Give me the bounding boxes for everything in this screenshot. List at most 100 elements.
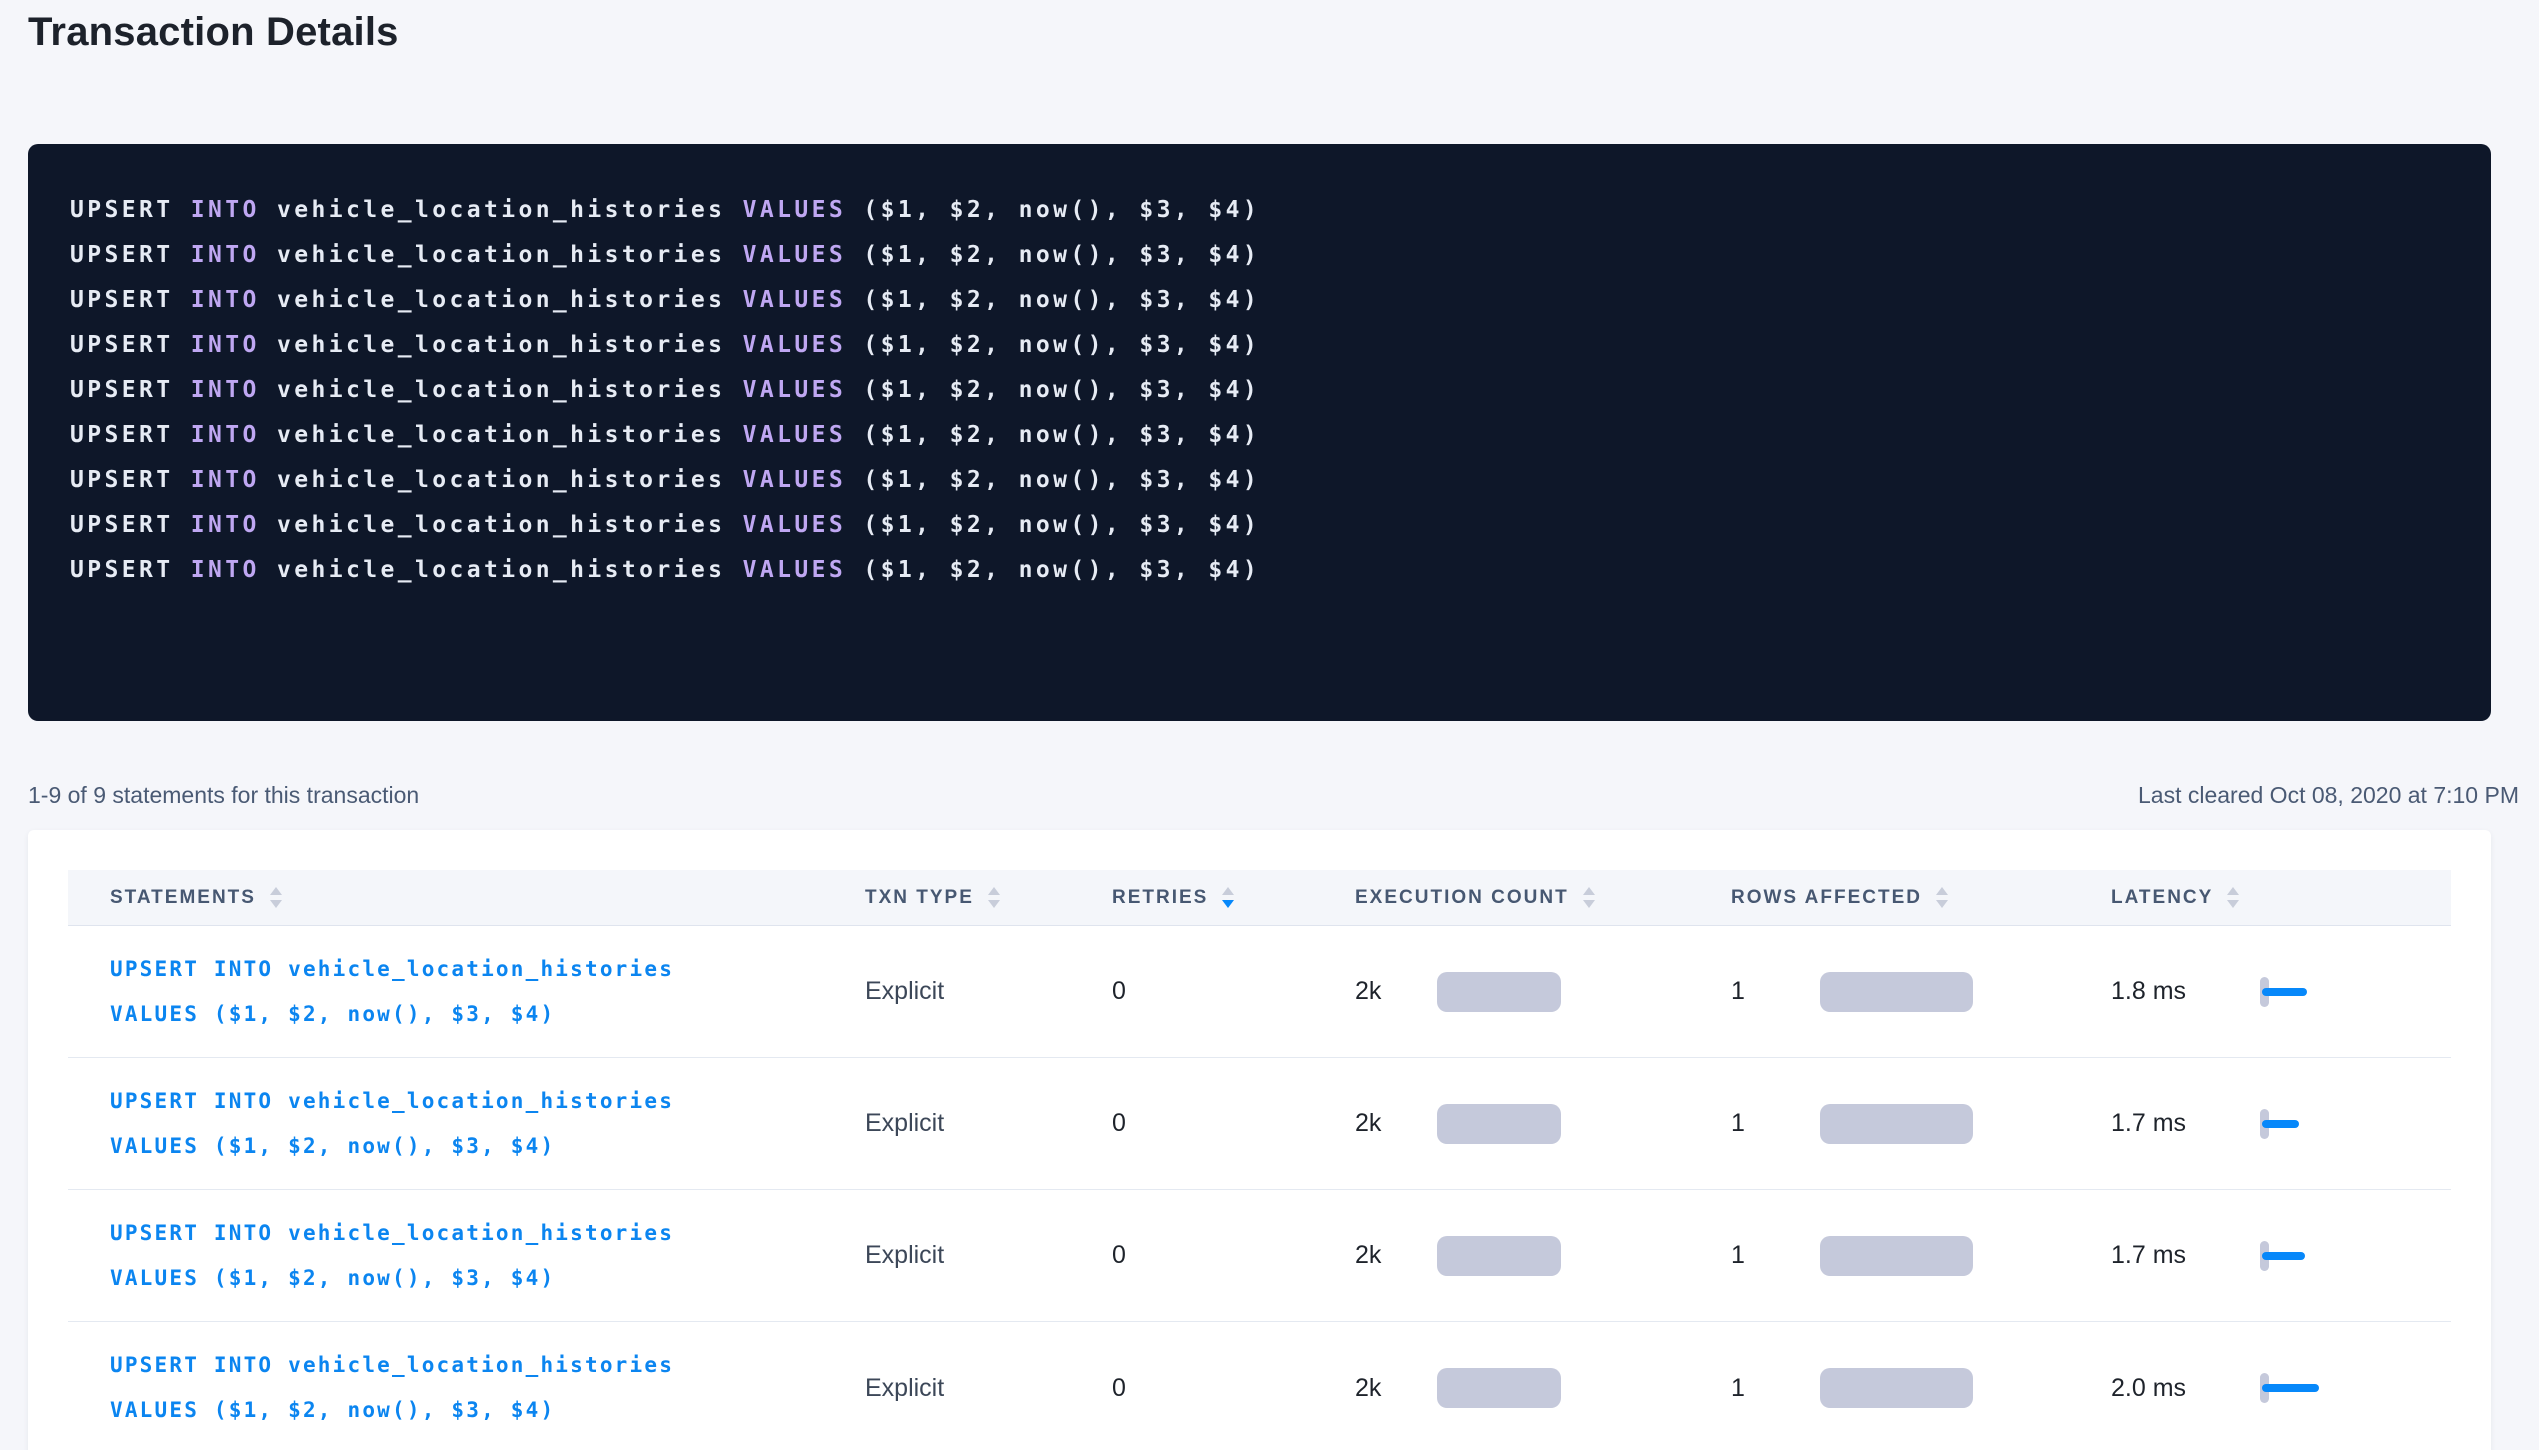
sort-asc-icon [2227, 887, 2239, 895]
statement-line-1: UPSERT INTO vehicle_location_histories [110, 1079, 674, 1124]
latency-bar-chart [2260, 1109, 2390, 1139]
statements-count-text: 1-9 of 9 statements for this transaction [28, 782, 419, 809]
column-header-rows-affected[interactable]: ROWS AFFECTED [1731, 887, 2111, 909]
rows-affected-cell: 1 [1731, 972, 2111, 1012]
retries-value: 0 [1112, 977, 1126, 1006]
last-cleared-text: Last cleared Oct 08, 2020 at 7:10 PM [2138, 782, 2519, 809]
code-line: UPSERT INTO vehicle_location_histories V… [70, 503, 2449, 548]
latency-cell: 1.8 ms [2111, 977, 2451, 1007]
statement-link[interactable]: UPSERT INTO vehicle_location_historiesVA… [110, 1211, 674, 1301]
code-line: UPSERT INTO vehicle_location_histories V… [70, 458, 2449, 503]
statement-line-1: UPSERT INTO vehicle_location_histories [110, 947, 674, 992]
sort-asc-icon [1583, 887, 1595, 895]
txn-type-cell: Explicit [865, 1109, 1112, 1138]
execution-count-bar [1437, 1368, 1561, 1408]
table-header-row: STATEMENTS TXN TYPERETRIESEXECUTION COUNT… [68, 870, 2451, 926]
sort-arrows-icon [2227, 887, 2239, 908]
latency-value: 1.8 ms [2111, 977, 2260, 1006]
execution-count-cell: 2k [1355, 1368, 1731, 1408]
column-header-txn-type[interactable]: TXN TYPE [865, 887, 1112, 909]
code-line: UPSERT INTO vehicle_location_histories V… [70, 188, 2449, 233]
rows-affected-value: 1 [1731, 1374, 1820, 1403]
latency-bar-chart [2260, 1373, 2390, 1403]
execution-count-value: 2k [1355, 1374, 1437, 1403]
sort-arrows-icon [1222, 887, 1234, 908]
sort-arrows-icon [1936, 887, 1948, 908]
sort-asc-icon [1222, 887, 1234, 895]
sort-asc-icon [1936, 887, 1948, 895]
code-line: UPSERT INTO vehicle_location_histories V… [70, 278, 2449, 323]
latency-bar [2262, 988, 2307, 996]
txn-type-cell: Explicit [865, 977, 1112, 1006]
statement-link[interactable]: UPSERT INTO vehicle_location_historiesVA… [110, 1079, 674, 1169]
statement-link[interactable]: UPSERT INTO vehicle_location_historiesVA… [110, 947, 674, 1037]
sort-asc-icon [988, 887, 1000, 895]
statement-line-1: UPSERT INTO vehicle_location_histories [110, 1343, 674, 1388]
table-row: UPSERT INTO vehicle_location_historiesVA… [68, 1322, 2451, 1450]
statement-cell: UPSERT INTO vehicle_location_historiesVA… [68, 947, 865, 1037]
retries-value: 0 [1112, 1241, 1126, 1270]
sort-desc-icon [1222, 900, 1234, 908]
sort-desc-icon [1583, 900, 1595, 908]
execution-count-value: 2k [1355, 1241, 1437, 1270]
code-line: UPSERT INTO vehicle_location_histories V… [70, 323, 2449, 368]
table-row: UPSERT INTO vehicle_location_historiesVA… [68, 926, 2451, 1058]
txn-type-value: Explicit [865, 1374, 944, 1403]
statement-line-1: UPSERT INTO vehicle_location_histories [110, 1211, 674, 1256]
execution-count-cell: 2k [1355, 972, 1731, 1012]
rows-affected-value: 1 [1731, 1241, 1820, 1270]
column-header-execution-count[interactable]: EXECUTION COUNT [1355, 887, 1731, 909]
statement-link[interactable]: UPSERT INTO vehicle_location_historiesVA… [110, 1343, 674, 1433]
statement-line-2: VALUES ($1, $2, now(), $3, $4) [110, 1388, 674, 1433]
statement-cell: UPSERT INTO vehicle_location_historiesVA… [68, 1211, 865, 1301]
column-header-label: STATEMENTS [110, 887, 256, 909]
statement-line-2: VALUES ($1, $2, now(), $3, $4) [110, 1124, 674, 1169]
latency-bar [2262, 1384, 2319, 1392]
rows-affected-bar [1820, 1104, 1973, 1144]
latency-bar [2262, 1252, 2305, 1260]
execution-count-cell: 2k [1355, 1104, 1731, 1144]
execution-count-bar [1437, 1236, 1561, 1276]
table-row: UPSERT INTO vehicle_location_historiesVA… [68, 1190, 2451, 1322]
execution-count-bar [1437, 1104, 1561, 1144]
column-header-retries[interactable]: RETRIES [1112, 887, 1355, 909]
code-line: UPSERT INTO vehicle_location_histories V… [70, 548, 2449, 593]
rows-affected-cell: 1 [1731, 1236, 2111, 1276]
txn-type-value: Explicit [865, 1241, 944, 1270]
sort-asc-icon [270, 887, 282, 895]
statement-cell: UPSERT INTO vehicle_location_historiesVA… [68, 1079, 865, 1169]
rows-affected-bar [1820, 972, 1973, 1012]
sort-desc-icon [988, 900, 1000, 908]
latency-value: 1.7 ms [2111, 1241, 2260, 1270]
execution-count-value: 2k [1355, 1109, 1437, 1138]
statement-line-2: VALUES ($1, $2, now(), $3, $4) [110, 1256, 674, 1301]
statement-cell: UPSERT INTO vehicle_location_historiesVA… [68, 1343, 865, 1433]
execution-count-value: 2k [1355, 977, 1437, 1006]
sort-arrows-icon [988, 887, 1000, 908]
retries-cell: 0 [1112, 1241, 1355, 1270]
txn-type-value: Explicit [865, 1109, 944, 1138]
rows-affected-bar [1820, 1236, 1973, 1276]
transaction-details-page: Transaction Details UPSERT INTO vehicle_… [0, 0, 2539, 1450]
latency-cell: 1.7 ms [2111, 1109, 2451, 1139]
rows-affected-value: 1 [1731, 1109, 1820, 1138]
txn-type-cell: Explicit [865, 1241, 1112, 1270]
rows-affected-cell: 1 [1731, 1368, 2111, 1408]
retries-value: 0 [1112, 1109, 1126, 1138]
column-header-latency[interactable]: LATENCY [2111, 887, 2451, 909]
sort-desc-icon [270, 900, 282, 908]
table-row: UPSERT INTO vehicle_location_historiesVA… [68, 1058, 2451, 1190]
statements-table-card: STATEMENTS TXN TYPERETRIESEXECUTION COUNT… [28, 830, 2491, 1450]
sql-code-block: UPSERT INTO vehicle_location_histories V… [28, 144, 2491, 721]
rows-affected-bar [1820, 1368, 1973, 1408]
table-body: UPSERT INTO vehicle_location_historiesVA… [68, 926, 2451, 1450]
column-header-label: ROWS AFFECTED [1731, 887, 1922, 909]
column-header-statements[interactable]: STATEMENTS [68, 887, 865, 909]
code-line: UPSERT INTO vehicle_location_histories V… [70, 368, 2449, 413]
rows-affected-cell: 1 [1731, 1104, 2111, 1144]
code-line: UPSERT INTO vehicle_location_histories V… [70, 413, 2449, 458]
latency-value: 2.0 ms [2111, 1374, 2260, 1403]
latency-bar-chart [2260, 977, 2390, 1007]
txn-type-cell: Explicit [865, 1374, 1112, 1403]
latency-bar-chart [2260, 1241, 2390, 1271]
